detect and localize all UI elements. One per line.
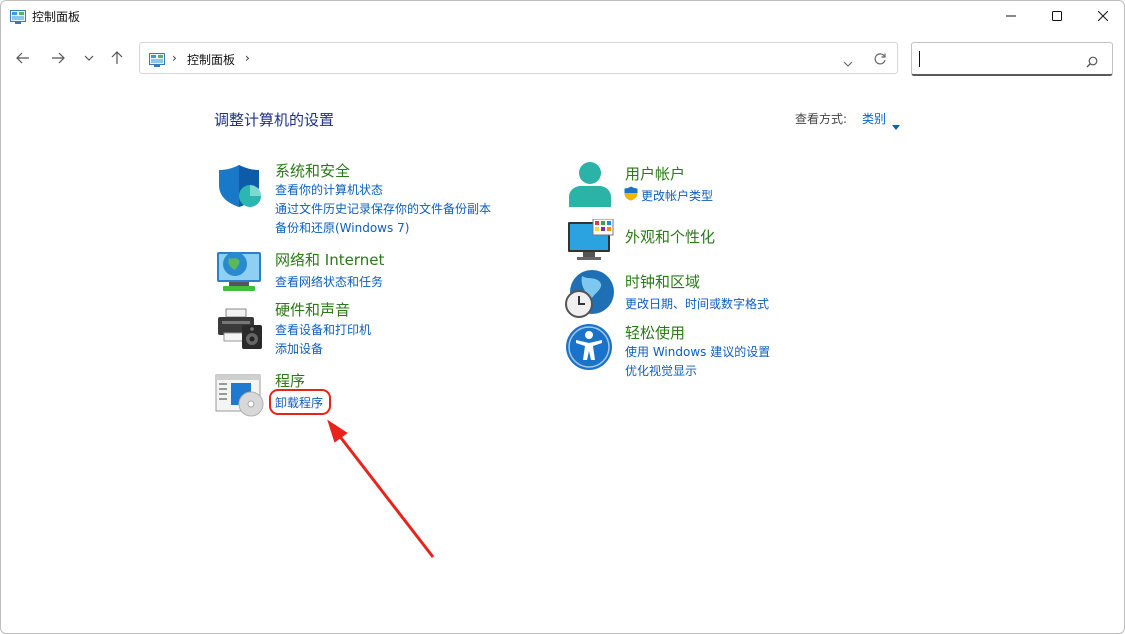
control-panel-window: 控制面板 › 控制面板 › 调整计算机的设置 查看方式: 类别 系统和安全 查看… <box>0 0 1125 634</box>
annotation-arrow <box>327 419 435 558</box>
